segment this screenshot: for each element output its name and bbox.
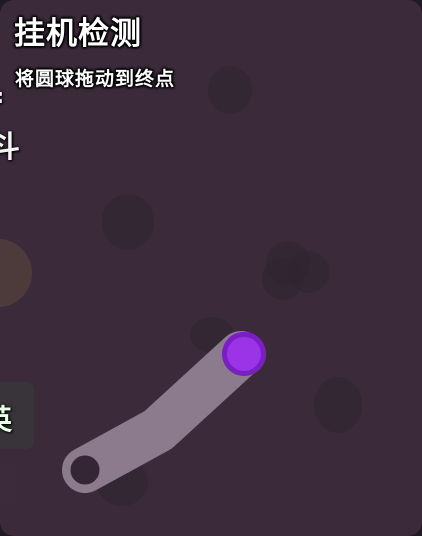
target-circle [67,452,103,488]
background-text-fragment: 斗 [0,130,20,165]
instruction-text: 将圆球拖动到终点 [15,68,176,90]
background-text-fragment: : [0,84,4,108]
page-title: 挂机检测 [14,16,142,52]
drag-ball[interactable] [222,332,266,376]
idle-check-dialog: : 斗 英 挂机检测 将圆球拖动到终点 [0,0,422,536]
background-text-fragment: 英 [0,398,12,438]
